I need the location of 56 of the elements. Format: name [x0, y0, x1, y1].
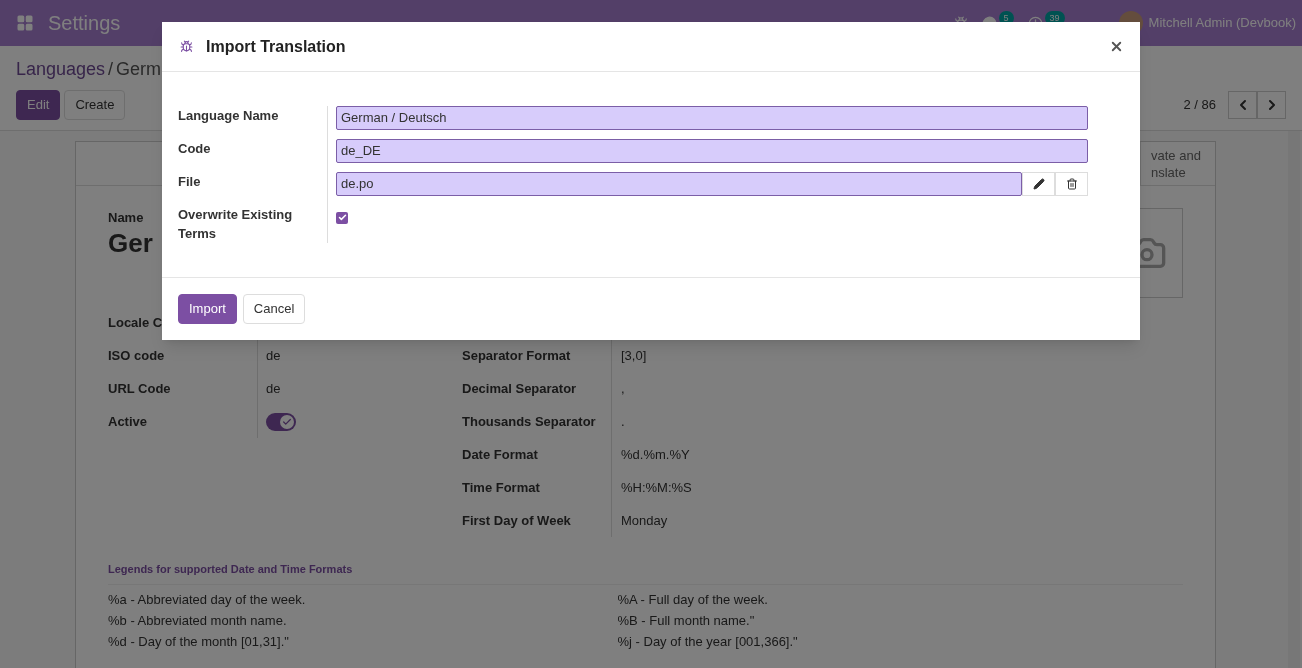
field-label: Decimal Separator — [462, 379, 578, 398]
field-label: Separator Format — [462, 346, 572, 365]
field-value: de — [266, 346, 281, 365]
legend-item: %B - Full month name." — [617, 611, 756, 630]
field-value: de — [266, 379, 281, 398]
legend-item: %A - Full day of the week. — [617, 590, 769, 609]
legend-item: %a - Abbreviated day of the week. — [108, 590, 307, 609]
secondary-button[interactable]: Create — [64, 90, 126, 120]
field-label: Active — [108, 412, 149, 431]
input-field[interactable]: German / Deutsch — [336, 106, 1088, 130]
check-icon — [282, 416, 292, 427]
field-value: [3,0] — [621, 346, 647, 365]
field-label: Language Name — [178, 107, 280, 125]
field-label: Code — [178, 140, 212, 158]
field-label: File — [178, 173, 202, 191]
field-label: Time Format — [462, 478, 541, 497]
field-label: Thousands Separator — [462, 412, 597, 431]
primary-button[interactable]: Edit — [16, 90, 61, 120]
field-label: Locale C — [108, 313, 164, 332]
close-button[interactable] — [1109, 39, 1124, 54]
field-value: Monday — [621, 511, 668, 530]
field-value: %d.%m.%Y — [621, 445, 690, 464]
field-value: , — [621, 379, 625, 398]
dialog-title: Import Translation — [206, 36, 346, 57]
app-title: Settings — [48, 11, 121, 36]
breadcrumb-current: Germ — [116, 58, 162, 81]
legend-item: %b - Abbreviated month name. — [108, 611, 288, 630]
check-icon — [337, 213, 347, 222]
toggle-switch[interactable] — [266, 412, 296, 431]
field-label: Overwrite Existing Terms — [178, 206, 294, 243]
field-value: %H:%M:%S — [621, 478, 692, 497]
pager-counter: 2 / 86 — [1183, 96, 1216, 115]
secondary-button[interactable]: Cancel — [242, 294, 306, 324]
legend-item: %d - Day of the month [01,31]." — [108, 632, 290, 651]
field-label: ISO code — [108, 346, 166, 365]
trash-icon — [1065, 178, 1078, 190]
file-field[interactable]: de.po — [336, 172, 1022, 196]
breadcrumb-link[interactable]: Languages — [16, 56, 106, 83]
next-button[interactable] — [1257, 91, 1286, 119]
pencil-icon — [1032, 178, 1045, 190]
edit-button[interactable] — [1022, 172, 1055, 196]
legend-title: Legends for supported Date and Time Formats — [108, 561, 1183, 585]
input-field[interactable]: de_DE — [336, 139, 1088, 163]
delete-button[interactable] — [1055, 172, 1088, 196]
checkbox[interactable] — [336, 211, 348, 224]
legend-item: %j - Day of the year [001,366]." — [617, 632, 799, 651]
bug-icon — [180, 40, 193, 53]
previous-button[interactable] — [1228, 91, 1257, 119]
field-label: Name — [108, 209, 145, 227]
field-value: . — [621, 412, 625, 431]
breadcrumb-separator: / — [108, 58, 114, 81]
primary-button[interactable]: Import — [178, 294, 237, 324]
record-title: Ger — [108, 227, 153, 258]
field-label: Date Format — [462, 445, 539, 464]
field-label: URL Code — [108, 379, 172, 398]
field-label: First Day of Week — [462, 511, 572, 530]
